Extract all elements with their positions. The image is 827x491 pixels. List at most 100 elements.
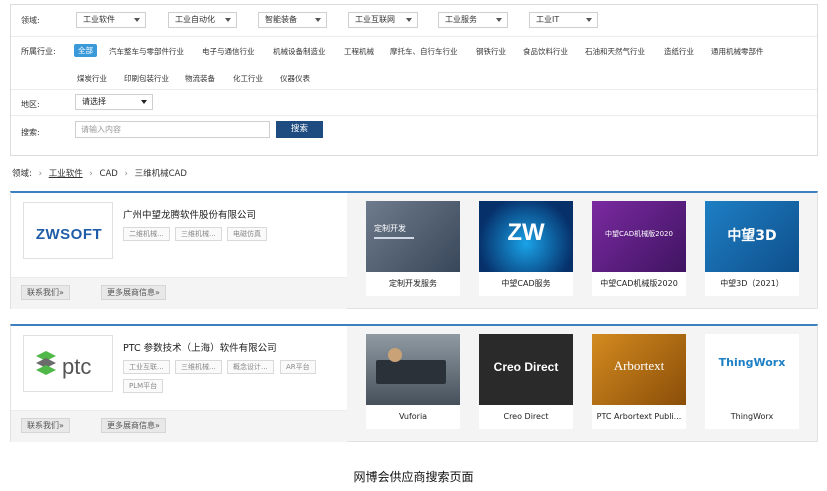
company-info: ptc PTC 参数技术（上海）软件有限公司 工业互联... 三维机械... 概… — [11, 326, 347, 442]
industry-item[interactable]: 煤炭行业 — [77, 73, 107, 84]
domain-select-industrial-service[interactable]: 工业服务 — [438, 12, 508, 28]
industry-item[interactable]: 通用机械零部件 — [711, 46, 764, 57]
chevron-down-icon — [406, 18, 412, 22]
page-caption: 网博会供应商搜索页面 — [353, 470, 474, 484]
select-value: 工业软件 — [83, 15, 115, 24]
breadcrumb-label: 领域: — [12, 169, 32, 179]
product-card[interactable]: 中望3D 中望3D（2021） — [705, 201, 799, 296]
select-value: 工业自动化 — [175, 15, 215, 24]
product-label: 中望3D（2021） — [720, 279, 784, 288]
product-image: 中望3D — [705, 201, 799, 272]
chevron-right-icon: › — [89, 169, 93, 179]
industry-filter-row: 所属行业: 全部 汽车整车与零部件行业 电子与通信行业 机械设备制造业 工程机械… — [11, 37, 817, 90]
category-tag[interactable]: 电磁仿真 — [227, 227, 267, 241]
logo-text: ptc — [62, 354, 91, 379]
product-label: ThingWorx — [730, 412, 774, 421]
select-value: 智能装备 — [265, 15, 297, 24]
product-image: ThingWorx — [705, 334, 799, 405]
category-tag[interactable]: 三维机械... — [175, 360, 222, 374]
search-input[interactable]: 请输入内容 — [75, 121, 270, 138]
product-image — [366, 334, 460, 405]
product-card[interactable]: 定制开发 定制开发服务 — [366, 201, 460, 296]
breadcrumb: 领域: › 工业软件 › CAD › 三维机械CAD — [12, 167, 191, 179]
domain-label: 领域: — [21, 16, 40, 25]
category-tag[interactable]: 三维机械... — [175, 227, 222, 241]
select-value: 工业服务 — [445, 15, 477, 24]
category-tag[interactable]: 工业互联... — [123, 360, 170, 374]
search-button[interactable]: 搜索 — [276, 121, 323, 138]
region-select[interactable]: 请选择 — [75, 94, 153, 110]
product-image-text: Creo Direct — [493, 360, 559, 374]
company-actions: 联系我们» 更多展商信息» — [11, 410, 347, 442]
product-image: Arbortext — [592, 334, 686, 405]
domain-select-industrial-it[interactable]: 工业IT — [529, 12, 598, 28]
image-decor — [376, 360, 446, 384]
breadcrumb-item[interactable]: CAD — [100, 169, 118, 179]
product-card[interactable]: ThingWorx ThingWorx — [705, 334, 799, 429]
more-exhibitor-info-button[interactable]: 更多展商信息» — [101, 285, 166, 300]
chevron-right-icon: › — [38, 169, 42, 179]
company-card: ptc PTC 参数技术（上海）软件有限公司 工业互联... 三维机械... 概… — [10, 324, 818, 442]
industry-item[interactable]: 仪器仪表 — [280, 73, 310, 84]
filter-panel: 领域: 工业软件 工业自动化 智能装备 工业互联网 工业服务 工业IT 所属行业… — [10, 4, 818, 156]
product-card[interactable]: Vuforia — [366, 334, 460, 429]
contact-us-button[interactable]: 联系我们» — [21, 418, 70, 433]
company-name[interactable]: 广州中望龙腾软件股份有限公司 — [123, 207, 256, 221]
domain-select-industrial-software[interactable]: 工业软件 — [76, 12, 146, 28]
chevron-down-icon — [496, 18, 502, 22]
product-image-text: 中望CAD机械版2020 — [605, 230, 673, 238]
industry-item[interactable]: 汽车整车与零部件行业 — [109, 46, 184, 57]
product-image: Creo Direct — [479, 334, 573, 405]
company-name[interactable]: PTC 参数技术（上海）软件有限公司 — [123, 340, 277, 354]
caret-down-icon — [141, 100, 147, 104]
category-tag[interactable]: 概念设计... — [227, 360, 274, 374]
industry-item[interactable]: 工程机械 — [344, 46, 374, 57]
domain-select-industrial-automation[interactable]: 工业自动化 — [168, 12, 237, 28]
company-logo[interactable]: ZWSOFT — [23, 202, 113, 259]
contact-us-button[interactable]: 联系我们» — [21, 285, 70, 300]
select-value: 工业互联网 — [355, 15, 395, 24]
logo-text: ZWSOFT — [36, 226, 102, 243]
breadcrumb-item[interactable]: 三维机械CAD — [135, 169, 187, 179]
more-exhibitor-info-button[interactable]: 更多展商信息» — [101, 418, 166, 433]
industry-item-all[interactable]: 全部 — [74, 44, 97, 57]
product-image-text: ZW — [507, 219, 545, 246]
category-tag[interactable]: 二维机械... — [123, 227, 170, 241]
industry-item[interactable]: 摩托车、自行车行业 — [390, 46, 458, 57]
product-label: PTC Arbortext Publi... — [596, 412, 682, 421]
industry-item[interactable]: 机械设备制造业 — [273, 46, 326, 57]
product-label: 中望CAD机械版2020 — [600, 279, 678, 288]
industry-item[interactable]: 造纸行业 — [664, 46, 694, 57]
chevron-down-icon — [134, 18, 140, 22]
product-label: Creo Direct — [503, 412, 549, 421]
product-image: ZW — [479, 201, 573, 272]
chevron-right-icon: › — [124, 169, 128, 179]
category-tag[interactable]: AR平台 — [280, 360, 316, 374]
industry-item[interactable]: 物流装备 — [185, 73, 215, 84]
product-label: 中望CAD服务 — [501, 279, 551, 288]
industry-item[interactable]: 电子与通信行业 — [202, 46, 255, 57]
domain-select-smart-equipment[interactable]: 智能装备 — [258, 12, 327, 28]
industry-item[interactable]: 化工行业 — [233, 73, 263, 84]
company-logo[interactable]: ptc — [23, 335, 113, 392]
category-tag[interactable]: PLM平台 — [123, 379, 164, 393]
domain-filter-row: 领域: 工业软件 工业自动化 智能装备 工业互联网 工业服务 工业IT — [11, 5, 817, 37]
chevron-down-icon — [586, 18, 592, 22]
industry-item[interactable]: 印刷包装行业 — [124, 73, 169, 84]
industry-item[interactable]: 石油和天然气行业 — [585, 46, 645, 57]
product-image: 中望CAD机械版2020 — [592, 201, 686, 272]
domain-select-industrial-internet[interactable]: 工业互联网 — [348, 12, 418, 28]
product-image-text: 定制开发 — [374, 224, 406, 233]
company-info: ZWSOFT 广州中望龙腾软件股份有限公司 二维机械... 三维机械... 电磁… — [11, 193, 347, 309]
image-decor — [388, 348, 402, 362]
product-card[interactable]: 中望CAD机械版2020 中望CAD机械版2020 — [592, 201, 686, 296]
breadcrumb-item[interactable]: 工业软件 — [49, 169, 83, 179]
industry-item[interactable]: 食品饮料行业 — [523, 46, 568, 57]
product-card[interactable]: Creo Direct Creo Direct — [479, 334, 573, 429]
industry-item[interactable]: 钢铁行业 — [476, 46, 506, 57]
product-card[interactable]: ZW 中望CAD服务 — [479, 201, 573, 296]
chevron-down-icon — [315, 18, 321, 22]
ptc-logo-icon — [36, 351, 56, 375]
region-label: 地区: — [21, 100, 40, 109]
product-card[interactable]: Arbortext PTC Arbortext Publi... — [592, 334, 686, 429]
